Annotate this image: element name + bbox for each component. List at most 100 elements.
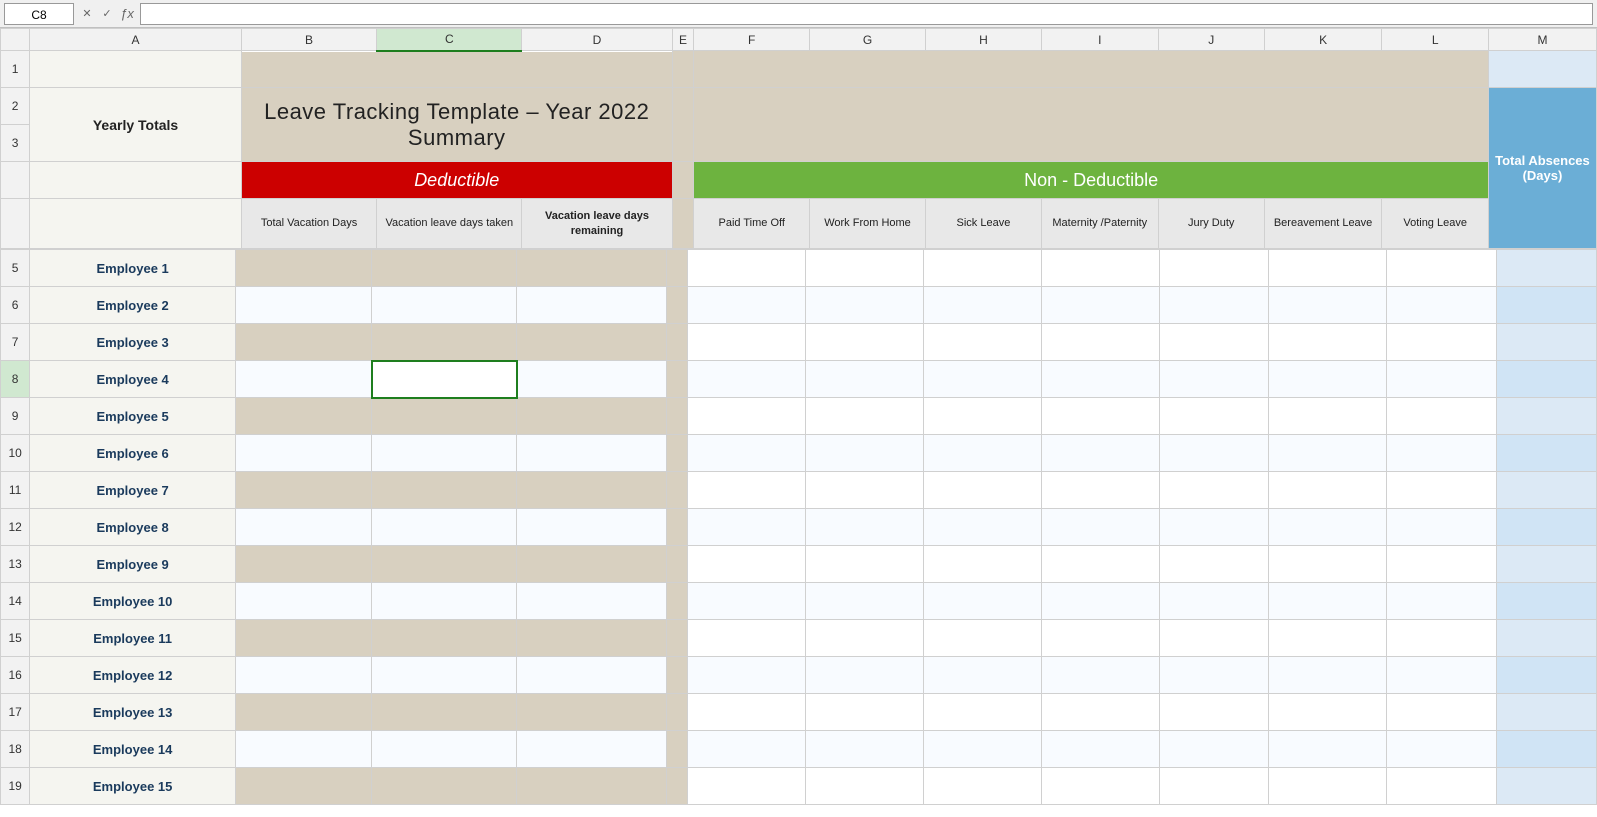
sick-7[interactable]	[924, 472, 1042, 509]
pto-1[interactable]	[687, 250, 805, 287]
maternity-8[interactable]	[1042, 509, 1160, 546]
voting-7[interactable]	[1387, 472, 1496, 509]
employee-name-1[interactable]: Employee 1	[30, 250, 236, 287]
total-absences-12[interactable]	[1496, 657, 1596, 694]
voting-4[interactable]	[1387, 361, 1496, 398]
pto-9[interactable]	[687, 546, 805, 583]
cell-a1[interactable]	[30, 51, 242, 88]
formula-input[interactable]	[140, 3, 1593, 25]
jury-10[interactable]	[1160, 583, 1269, 620]
maternity-11[interactable]	[1042, 620, 1160, 657]
jury-3[interactable]	[1160, 324, 1269, 361]
vacation-taken-10[interactable]	[372, 583, 517, 620]
employee-name-2[interactable]: Employee 2	[30, 287, 236, 324]
col-header-d[interactable]: D	[522, 29, 672, 51]
bereavement-1[interactable]	[1269, 250, 1387, 287]
bereavement-15[interactable]	[1269, 768, 1387, 805]
vacation-taken-1[interactable]	[372, 250, 517, 287]
cell-e1[interactable]	[672, 51, 694, 88]
vacation-remaining-1[interactable]	[517, 250, 667, 287]
pto-3[interactable]	[687, 324, 805, 361]
vacation-remaining-5[interactable]	[517, 398, 667, 435]
employee-name-13[interactable]: Employee 13	[30, 694, 236, 731]
employee-name-4[interactable]: Employee 4	[30, 361, 236, 398]
pto-2[interactable]	[687, 287, 805, 324]
voting-11[interactable]	[1387, 620, 1496, 657]
wfh-11[interactable]	[806, 620, 924, 657]
employee-name-3[interactable]: Employee 3	[30, 324, 236, 361]
bereavement-14[interactable]	[1269, 731, 1387, 768]
vacation-days-12[interactable]	[236, 657, 372, 694]
vacation-days-10[interactable]	[236, 583, 372, 620]
voting-1[interactable]	[1387, 250, 1496, 287]
bereavement-8[interactable]	[1269, 509, 1387, 546]
employee-name-11[interactable]: Employee 11	[30, 620, 236, 657]
vacation-remaining-12[interactable]	[517, 657, 667, 694]
pto-10[interactable]	[687, 583, 805, 620]
sick-6[interactable]	[924, 435, 1042, 472]
cell-fg1[interactable]	[694, 51, 1488, 88]
voting-15[interactable]	[1387, 768, 1496, 805]
employee-name-14[interactable]: Employee 14	[30, 731, 236, 768]
cell-m1[interactable]	[1488, 51, 1596, 88]
bereavement-9[interactable]	[1269, 546, 1387, 583]
maternity-7[interactable]	[1042, 472, 1160, 509]
total-absences-15[interactable]	[1496, 768, 1596, 805]
vacation-taken-12[interactable]	[372, 657, 517, 694]
vacation-days-9[interactable]	[236, 546, 372, 583]
vacation-remaining-15[interactable]	[517, 768, 667, 805]
col-header-b[interactable]: B	[241, 29, 377, 51]
col-header-m[interactable]: M	[1488, 29, 1596, 51]
maternity-10[interactable]	[1042, 583, 1160, 620]
vacation-remaining-13[interactable]	[517, 694, 667, 731]
total-absences-6[interactable]	[1496, 435, 1596, 472]
wfh-9[interactable]	[806, 546, 924, 583]
total-absences-11[interactable]	[1496, 620, 1596, 657]
jury-2[interactable]	[1160, 287, 1269, 324]
sick-14[interactable]	[924, 731, 1042, 768]
maternity-6[interactable]	[1042, 435, 1160, 472]
bereavement-11[interactable]	[1269, 620, 1387, 657]
vacation-days-8[interactable]	[236, 509, 372, 546]
sick-4[interactable]	[924, 361, 1042, 398]
sick-13[interactable]	[924, 694, 1042, 731]
maternity-4[interactable]	[1042, 361, 1160, 398]
bereavement-4[interactable]	[1269, 361, 1387, 398]
vacation-remaining-6[interactable]	[517, 435, 667, 472]
employee-name-5[interactable]: Employee 5	[30, 398, 236, 435]
function-icon[interactable]: ƒx	[118, 5, 136, 23]
vacation-remaining-9[interactable]	[517, 546, 667, 583]
col-header-c[interactable]: C	[377, 29, 522, 51]
voting-14[interactable]	[1387, 731, 1496, 768]
jury-14[interactable]	[1160, 731, 1269, 768]
vacation-taken-4[interactable]	[372, 361, 517, 398]
pto-13[interactable]	[687, 694, 805, 731]
total-absences-8[interactable]	[1496, 509, 1596, 546]
col-header-g[interactable]: G	[810, 29, 926, 51]
pto-11[interactable]	[687, 620, 805, 657]
vacation-days-4[interactable]	[236, 361, 372, 398]
pto-8[interactable]	[687, 509, 805, 546]
wfh-3[interactable]	[806, 324, 924, 361]
sick-15[interactable]	[924, 768, 1042, 805]
wfh-10[interactable]	[806, 583, 924, 620]
col-header-l[interactable]: L	[1382, 29, 1488, 51]
vacation-days-1[interactable]	[236, 250, 372, 287]
maternity-15[interactable]	[1042, 768, 1160, 805]
vacation-days-11[interactable]	[236, 620, 372, 657]
col-header-j[interactable]: J	[1158, 29, 1264, 51]
voting-8[interactable]	[1387, 509, 1496, 546]
sick-2[interactable]	[924, 287, 1042, 324]
total-absences-5[interactable]	[1496, 398, 1596, 435]
employee-name-7[interactable]: Employee 7	[30, 472, 236, 509]
total-absences-1[interactable]	[1496, 250, 1596, 287]
maternity-1[interactable]	[1042, 250, 1160, 287]
pto-12[interactable]	[687, 657, 805, 694]
wfh-13[interactable]	[806, 694, 924, 731]
bereavement-2[interactable]	[1269, 287, 1387, 324]
vacation-remaining-4[interactable]	[517, 361, 667, 398]
voting-10[interactable]	[1387, 583, 1496, 620]
cell-reference-box[interactable]: C8	[4, 3, 74, 25]
wfh-6[interactable]	[806, 435, 924, 472]
jury-7[interactable]	[1160, 472, 1269, 509]
